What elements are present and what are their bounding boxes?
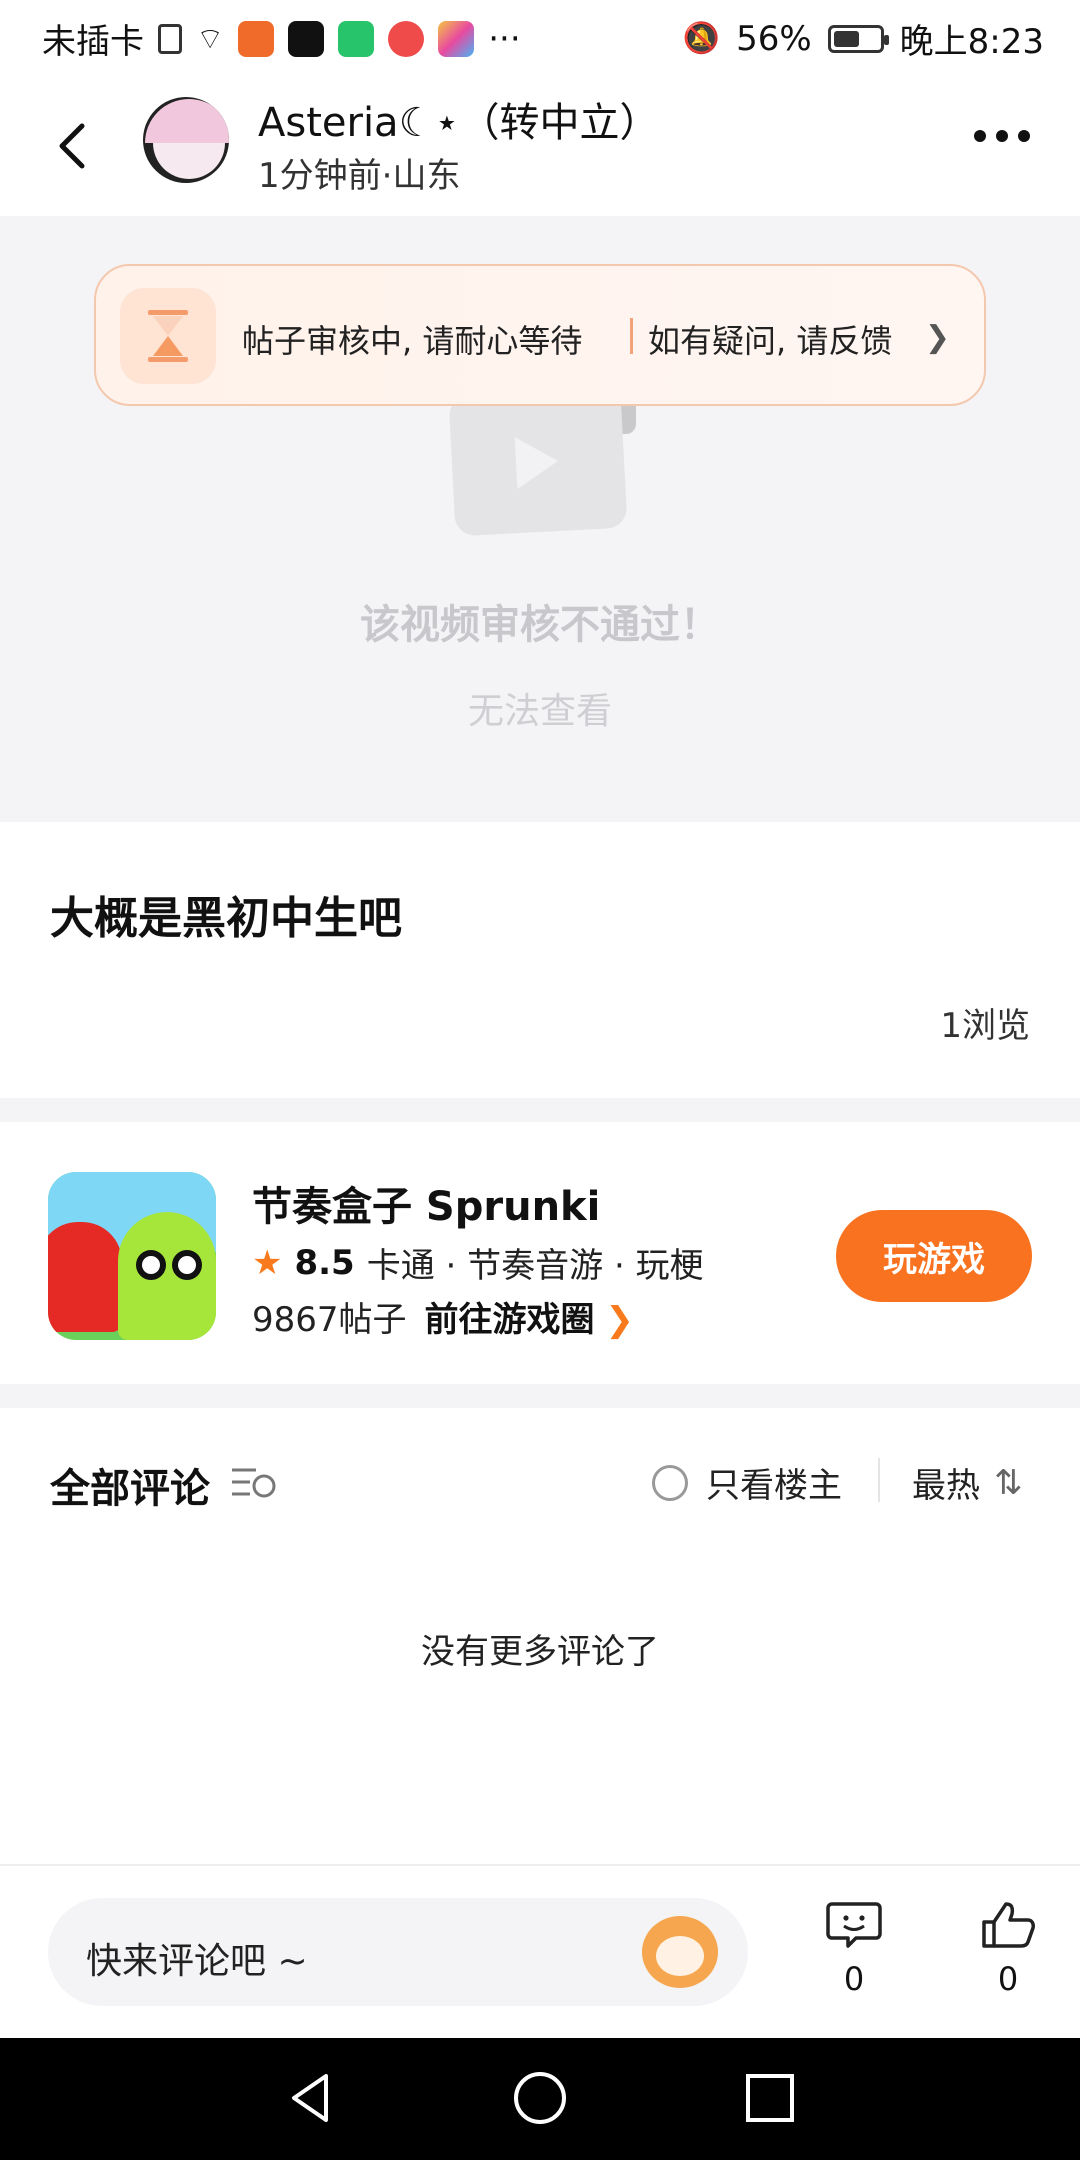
back-icon[interactable]	[44, 116, 104, 176]
post-body: 大概是黑初中生吧 1浏览	[0, 822, 1080, 1098]
mute-icon: 🔕	[682, 21, 721, 56]
more-notifications: ···	[488, 18, 521, 59]
more-dot	[974, 130, 986, 142]
wifi-icon: ⌔	[196, 21, 225, 57]
no-more-comments: 没有更多评论了	[421, 1632, 659, 1672]
status-bar: 未插卡 ⌔ ··· 🔕 56% 晚上8:23	[0, 0, 1080, 76]
comment-placeholder: 快来评论吧 ~	[86, 1941, 308, 1982]
avatar[interactable]	[140, 94, 232, 186]
game-icon-red-character	[48, 1222, 122, 1332]
only-author-label: 只看楼主	[706, 1466, 842, 1506]
more-options-button[interactable]	[974, 130, 1030, 142]
mascot-face	[656, 1936, 704, 1976]
video-app-icon	[338, 20, 375, 57]
video-placeholder	[448, 387, 628, 537]
sort-label: 最热	[912, 1466, 980, 1506]
like-count: 0	[997, 1960, 1019, 1998]
comments-section: 全部评论 只看楼主 最热 ⇅ 没有更多评论了	[0, 1408, 1080, 1864]
post-meta: 1分钟前·山东	[258, 148, 460, 197]
game-posts-row: 9867帖子 前往游戏圈 ❯	[252, 1292, 634, 1341]
game-tags: 卡通 · 节奏音游 · 玩梗	[366, 1246, 704, 1286]
status-right: 🔕 56% 晚上8:23	[683, 14, 1044, 63]
feedback-link[interactable]: 如有疑问, 请反馈	[648, 316, 892, 362]
only-author-toggle[interactable]: 只看楼主	[652, 1458, 842, 1507]
sort-icon: ⇅	[994, 1462, 1023, 1503]
nav-recents-icon[interactable]	[740, 2068, 800, 2128]
comment-input[interactable]: 快来评论吧 ~	[48, 1898, 748, 2006]
nav-back-icon[interactable]	[280, 2068, 340, 2128]
video-fail-text: 该视频审核不通过！	[360, 602, 720, 648]
game-rating: 8.5	[294, 1242, 355, 1283]
game-icon-green-character	[118, 1212, 216, 1340]
avatar-hair	[145, 99, 229, 143]
comment-icon	[826, 1902, 882, 1948]
game-name[interactable]: 节奏盒子 Sprunki	[252, 1174, 600, 1232]
game-icon[interactable]	[48, 1172, 216, 1340]
meta-separator: ·	[381, 156, 393, 196]
comment-action[interactable]: 0	[814, 1900, 894, 1998]
game-icon-eye	[136, 1250, 166, 1280]
nav-home-icon[interactable]	[510, 2068, 570, 2128]
red-app-icon	[388, 20, 425, 57]
like-action[interactable]: 0	[968, 1900, 1048, 1998]
sim-icon	[158, 23, 182, 54]
goto-game-circle-label: 前往游戏圈	[424, 1300, 595, 1340]
post-location: 山东	[392, 156, 461, 196]
video-unavailable-text: 无法查看	[467, 691, 612, 732]
mascot-icon[interactable]	[642, 1916, 718, 1988]
status-left: 未插卡 ⌔ ···	[42, 14, 521, 63]
sort-toggle[interactable]: 最热 ⇅	[912, 1458, 1023, 1507]
carrier-text: 未插卡	[42, 22, 144, 62]
game-icon-eye	[172, 1250, 202, 1280]
banner-separator	[630, 318, 633, 354]
thumbs-up-icon	[982, 1902, 1035, 1948]
review-status-banner[interactable]: 帖子审核中, 请耐心等待 如有疑问, 请反馈 ❯	[94, 264, 986, 406]
play-game-button[interactable]: 玩游戏	[836, 1210, 1032, 1302]
chevron-right-icon: ❯	[924, 320, 950, 355]
app-notification-icon	[238, 20, 275, 57]
video-area: 帖子审核中, 请耐心等待 如有疑问, 请反馈 ❯ 该视频审核不通过！ 无法查看	[0, 216, 1080, 822]
section-divider	[0, 1384, 1080, 1408]
system-nav-bar	[0, 2038, 1080, 2160]
post-title: 大概是黑初中生吧	[50, 893, 402, 944]
only-author-radio[interactable]	[652, 1464, 688, 1501]
more-dot	[996, 130, 1008, 142]
section-divider	[0, 1098, 1080, 1122]
post-time: 1分钟前	[258, 156, 382, 196]
chevron-right-icon: ❯	[605, 1300, 634, 1340]
game-meta: ★ 8.5 卡通 · 节奏音游 · 玩梗	[252, 1238, 704, 1287]
sort-separator	[878, 1458, 880, 1502]
hourglass-icon	[120, 288, 216, 384]
tiktok-icon	[288, 20, 325, 57]
battery-percent: 56%	[736, 18, 812, 59]
user-name[interactable]: Asteria☾⋆（转中立）	[258, 90, 659, 148]
comment-count: 0	[843, 1960, 865, 1998]
battery-fill	[833, 30, 859, 47]
clock: 晚上8:23	[899, 22, 1044, 62]
review-status-text: 帖子审核中, 请耐心等待	[242, 322, 583, 360]
game-card[interactable]: 节奏盒子 Sprunki ★ 8.5 卡通 · 节奏音游 · 玩梗 9867帖子…	[0, 1122, 1080, 1384]
comments-title: 全部评论	[50, 1466, 210, 1512]
color-app-icon	[438, 20, 475, 57]
goto-game-circle[interactable]: 前往游戏圈 ❯	[425, 1292, 634, 1341]
post-header: Asteria☾⋆（转中立） 1分钟前·山东	[0, 76, 1080, 216]
comment-bar: 快来评论吧 ~ 0 0	[0, 1864, 1080, 2038]
view-count: 1浏览	[940, 1006, 1030, 1046]
battery-icon	[827, 24, 889, 53]
game-post-count: 9867帖子	[252, 1300, 407, 1340]
play-icon	[514, 434, 560, 490]
star-icon: ★	[252, 1242, 283, 1283]
comment-filter-icon[interactable]	[230, 1464, 278, 1500]
more-dot	[1018, 130, 1030, 142]
